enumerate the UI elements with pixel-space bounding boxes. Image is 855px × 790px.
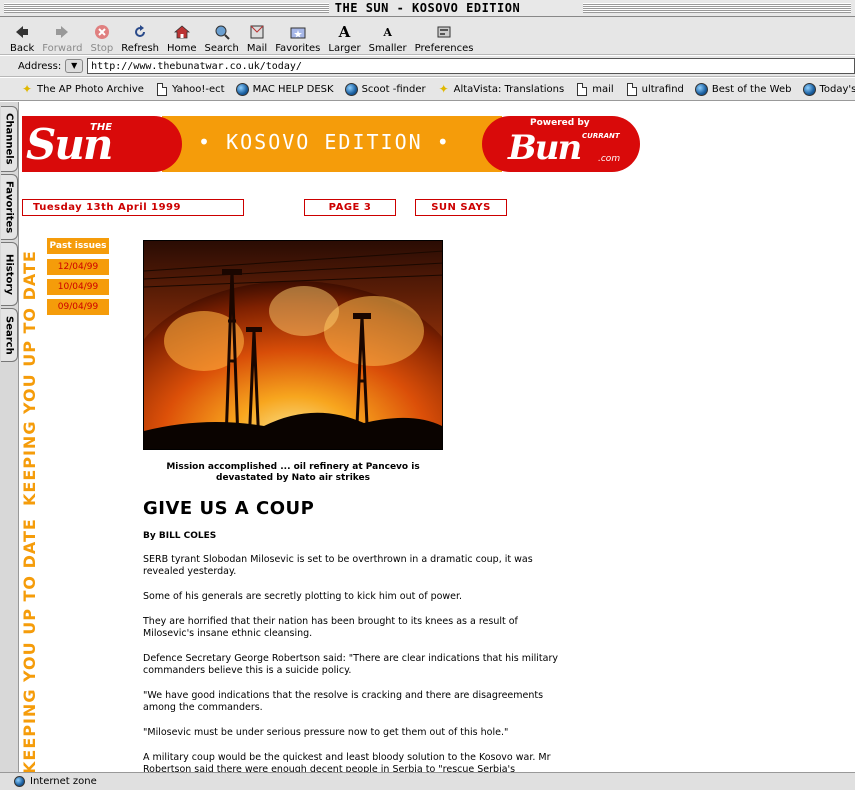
photo-caption: Mission accomplished ... oil refinery at… (166, 462, 420, 483)
address-input[interactable]: http://www.thebunatwar.co.uk/today/ (87, 58, 855, 74)
favorite-mac-help-desk[interactable]: MAC HELP DESK (236, 82, 334, 96)
document-icon (625, 82, 639, 96)
search-button[interactable]: Search (201, 18, 243, 54)
preferences-button[interactable]: Preferences (411, 18, 478, 54)
bun-wordmark: Bun (508, 128, 582, 168)
sun-logo[interactable]: Sun THE (22, 116, 182, 172)
article-body: SERB tyrant Slobodan Milosevic is set to… (143, 554, 563, 772)
home-icon (173, 23, 191, 41)
stop-button[interactable]: Stop (87, 18, 118, 54)
favorite-yahoo[interactable]: Yahoo!-ect (155, 82, 225, 96)
smaller-text-icon: A (383, 25, 392, 39)
tab-history[interactable]: History (1, 242, 18, 306)
mail-icon (248, 23, 266, 41)
address-label: Address: (18, 60, 62, 72)
document-icon (575, 82, 589, 96)
mail-button[interactable]: Mail (243, 18, 271, 54)
tab-favorites[interactable]: Favorites (1, 174, 18, 240)
favorites-button[interactable]: Favorites (271, 18, 324, 54)
home-button[interactable]: Home (163, 18, 201, 54)
window-title-bar: THE SUN - KOSOVO EDITION (0, 0, 855, 17)
document-icon (155, 82, 169, 96)
status-bar: Internet zone (0, 772, 855, 790)
back-arrow-icon (13, 23, 31, 41)
refinery-fire-photo (143, 240, 443, 450)
favorites-bar: ✦ The AP Photo Archive Yahoo!-ect MAC HE… (0, 78, 855, 101)
explorer-side-tabs: Channels Favorites History Search (0, 102, 19, 772)
favorite-mail[interactable]: mail (575, 82, 614, 96)
title-bar-stripes-right (583, 3, 851, 13)
favorites-folder-icon (289, 23, 307, 41)
favorite-altavista[interactable]: ✦ AltaVista: Translations (437, 82, 565, 96)
issue-date: Tuesday 13th April 1999 (22, 199, 244, 216)
globe-icon (236, 82, 250, 96)
article-paragraph: Some of his generals are secretly plotti… (143, 591, 463, 602)
window-title: THE SUN - KOSOVO EDITION (328, 1, 527, 15)
page-content: Sun THE • KOSOVO EDITION • Powered by Bu… (20, 102, 855, 772)
side-slogan-lower: KEEPING YOU UP TO DATE (20, 518, 39, 772)
article-paragraph: Defence Secretary George Robertson said:… (143, 653, 558, 676)
address-history-dropdown[interactable]: ▼ (65, 59, 84, 73)
past-issues-title: Past issues (47, 238, 109, 254)
favorite-ap-photo-archive[interactable]: ✦ The AP Photo Archive (20, 82, 144, 96)
article-headline: GIVE US A COUP (143, 498, 315, 519)
address-bar: Address: ▼ http://www.thebunatwar.co.uk/… (0, 56, 855, 77)
globe-icon (695, 82, 709, 96)
favorite-todays-links[interactable]: Today's Links (802, 82, 855, 96)
sparkle-icon: ✦ (21, 82, 33, 96)
favorite-scoot-finder[interactable]: Scoot -finder (345, 82, 426, 96)
article-paragraph: SERB tyrant Slobodan Milosevic is set to… (143, 554, 533, 577)
forward-button[interactable]: Forward (38, 18, 86, 54)
larger-text-button[interactable]: A Larger (324, 18, 364, 54)
internet-zone-globe-icon (14, 776, 25, 787)
powered-by-label: Powered by (530, 118, 590, 128)
side-slogan-upper: KEEPING YOU UP TO DATE (20, 250, 39, 506)
larger-text-icon: A (338, 22, 351, 41)
past-issue-link[interactable]: 10/04/99 (47, 279, 109, 295)
sparkle-icon: ✦ (438, 82, 449, 96)
currant-label: CURRANT (582, 132, 620, 140)
sun-says-link[interactable]: SUN SAYS (415, 199, 507, 216)
favorite-best-of-the-web[interactable]: Best of the Web (695, 82, 791, 96)
smaller-text-button[interactable]: A Smaller (365, 18, 411, 55)
preferences-icon (435, 23, 453, 41)
globe-icon (802, 82, 816, 96)
article-paragraph: They are horrified that their nation has… (143, 616, 518, 639)
back-button[interactable]: Back (6, 18, 38, 54)
dotcom-label: .com (598, 154, 621, 164)
article-paragraph: "We have good indications that the resol… (143, 690, 544, 713)
browser-toolbar: Back Forward Stop Refresh Home Search Ma… (0, 17, 855, 55)
search-icon (213, 23, 231, 41)
refresh-button[interactable]: Refresh (117, 18, 163, 54)
page3-link[interactable]: PAGE 3 (304, 199, 396, 216)
refresh-icon (131, 23, 149, 41)
globe-icon (345, 82, 359, 96)
favorite-ultrafind[interactable]: ultrafind (625, 82, 684, 96)
past-issue-link[interactable]: 09/04/99 (47, 299, 109, 315)
article-paragraph: "Milosevic must be under serious pressur… (143, 727, 509, 738)
status-zone: Internet zone (30, 776, 97, 787)
banner-edition-title: • KOSOVO EDITION • (198, 130, 451, 154)
article-byline: By BILL COLES (143, 531, 217, 541)
article-paragraph: A military coup would be the quickest an… (143, 752, 551, 772)
tab-channels[interactable]: Channels (1, 106, 18, 172)
refinery-fire-illustration (144, 241, 442, 449)
stop-icon (93, 23, 111, 41)
forward-arrow-icon (53, 23, 71, 41)
tab-search[interactable]: Search (1, 308, 18, 362)
sun-banner: Sun THE • KOSOVO EDITION • Powered by Bu… (22, 116, 640, 172)
past-issue-link[interactable]: 12/04/99 (47, 259, 109, 275)
